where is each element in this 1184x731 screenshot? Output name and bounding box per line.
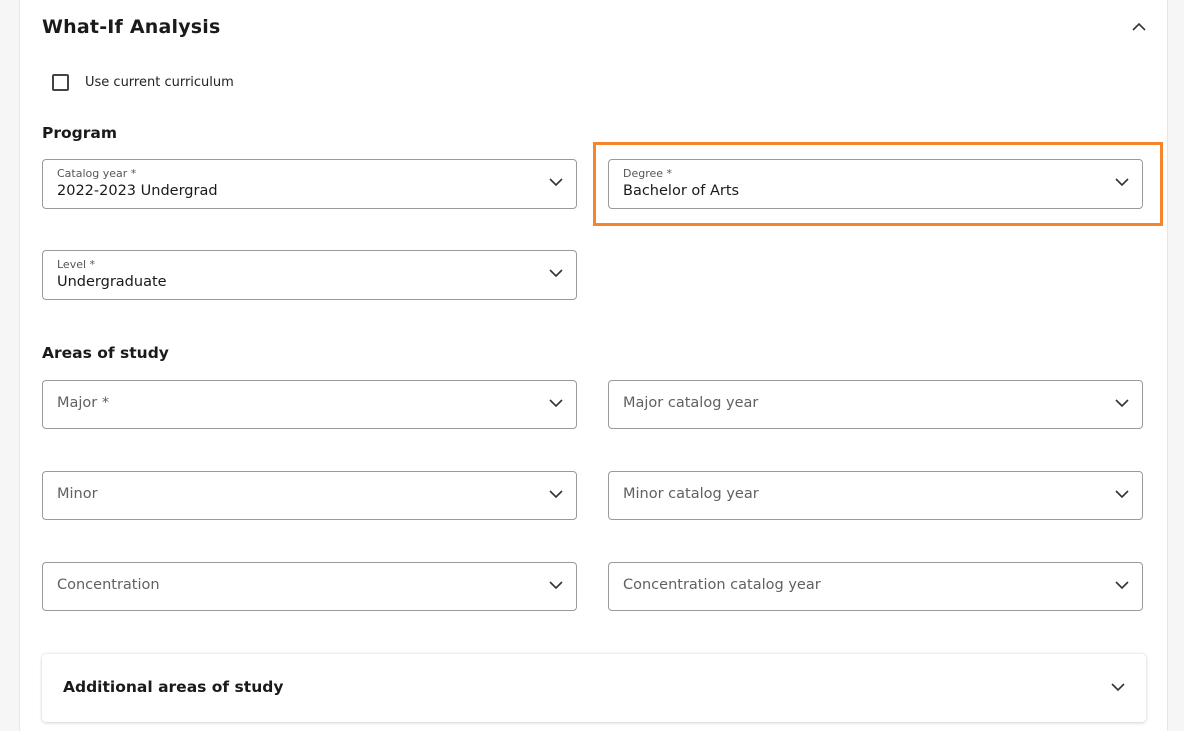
concentration-catalog-year-select[interactable]: Concentration catalog year (608, 562, 1143, 611)
chevron-down-icon (1111, 683, 1125, 692)
concentration-catalog-year-placeholder: Concentration catalog year (623, 577, 821, 593)
catalog-year-label: Catalog year * (57, 167, 137, 180)
degree-select[interactable]: Degree * Bachelor of Arts (608, 159, 1143, 209)
minor-catalog-year-select[interactable]: Minor catalog year (608, 471, 1143, 520)
major-catalog-year-select[interactable]: Major catalog year (608, 380, 1143, 429)
concentration-placeholder: Concentration (57, 577, 160, 593)
level-label: Level * (57, 258, 96, 271)
degree-label: Degree * (623, 167, 673, 180)
major-placeholder: Major * (57, 395, 110, 411)
what-if-panel: What-If Analysis Use current curriculum … (19, 0, 1168, 731)
chevron-down-icon (1115, 399, 1129, 408)
chevron-down-icon (549, 581, 563, 590)
chevron-down-icon (1115, 581, 1129, 590)
chevron-down-icon (1115, 178, 1129, 187)
minor-catalog-year-placeholder: Minor catalog year (623, 486, 759, 502)
collapse-button[interactable] (1128, 16, 1150, 38)
level-select[interactable]: Level * Undergraduate (42, 250, 577, 300)
catalog-year-value: 2022-2023 Undergrad (57, 183, 218, 199)
use-current-curriculum-checkbox[interactable] (52, 73, 69, 91)
major-select[interactable]: Major * (42, 380, 577, 429)
additional-areas-accordion[interactable]: Additional areas of study (42, 654, 1146, 722)
minor-select[interactable]: Minor (42, 471, 577, 520)
major-catalog-year-placeholder: Major catalog year (623, 395, 759, 411)
use-current-curriculum-label: Use current curriculum (85, 74, 234, 90)
chevron-down-icon (549, 269, 563, 278)
additional-areas-title: Additional areas of study (63, 678, 284, 696)
areas-of-study-heading: Areas of study (42, 344, 169, 362)
use-current-curriculum-option[interactable]: Use current curriculum (52, 72, 234, 92)
chevron-up-icon (1132, 22, 1146, 31)
chevron-down-icon (549, 399, 563, 408)
chevron-down-icon (549, 178, 563, 187)
minor-placeholder: Minor (57, 486, 98, 502)
degree-value: Bachelor of Arts (623, 183, 740, 199)
program-heading: Program (42, 124, 118, 142)
level-value: Undergraduate (57, 274, 167, 290)
page-title: What-If Analysis (42, 16, 221, 38)
catalog-year-select[interactable]: Catalog year * 2022-2023 Undergrad (42, 159, 577, 209)
concentration-select[interactable]: Concentration (42, 562, 577, 611)
chevron-down-icon (1115, 490, 1129, 499)
chevron-down-icon (549, 490, 563, 499)
